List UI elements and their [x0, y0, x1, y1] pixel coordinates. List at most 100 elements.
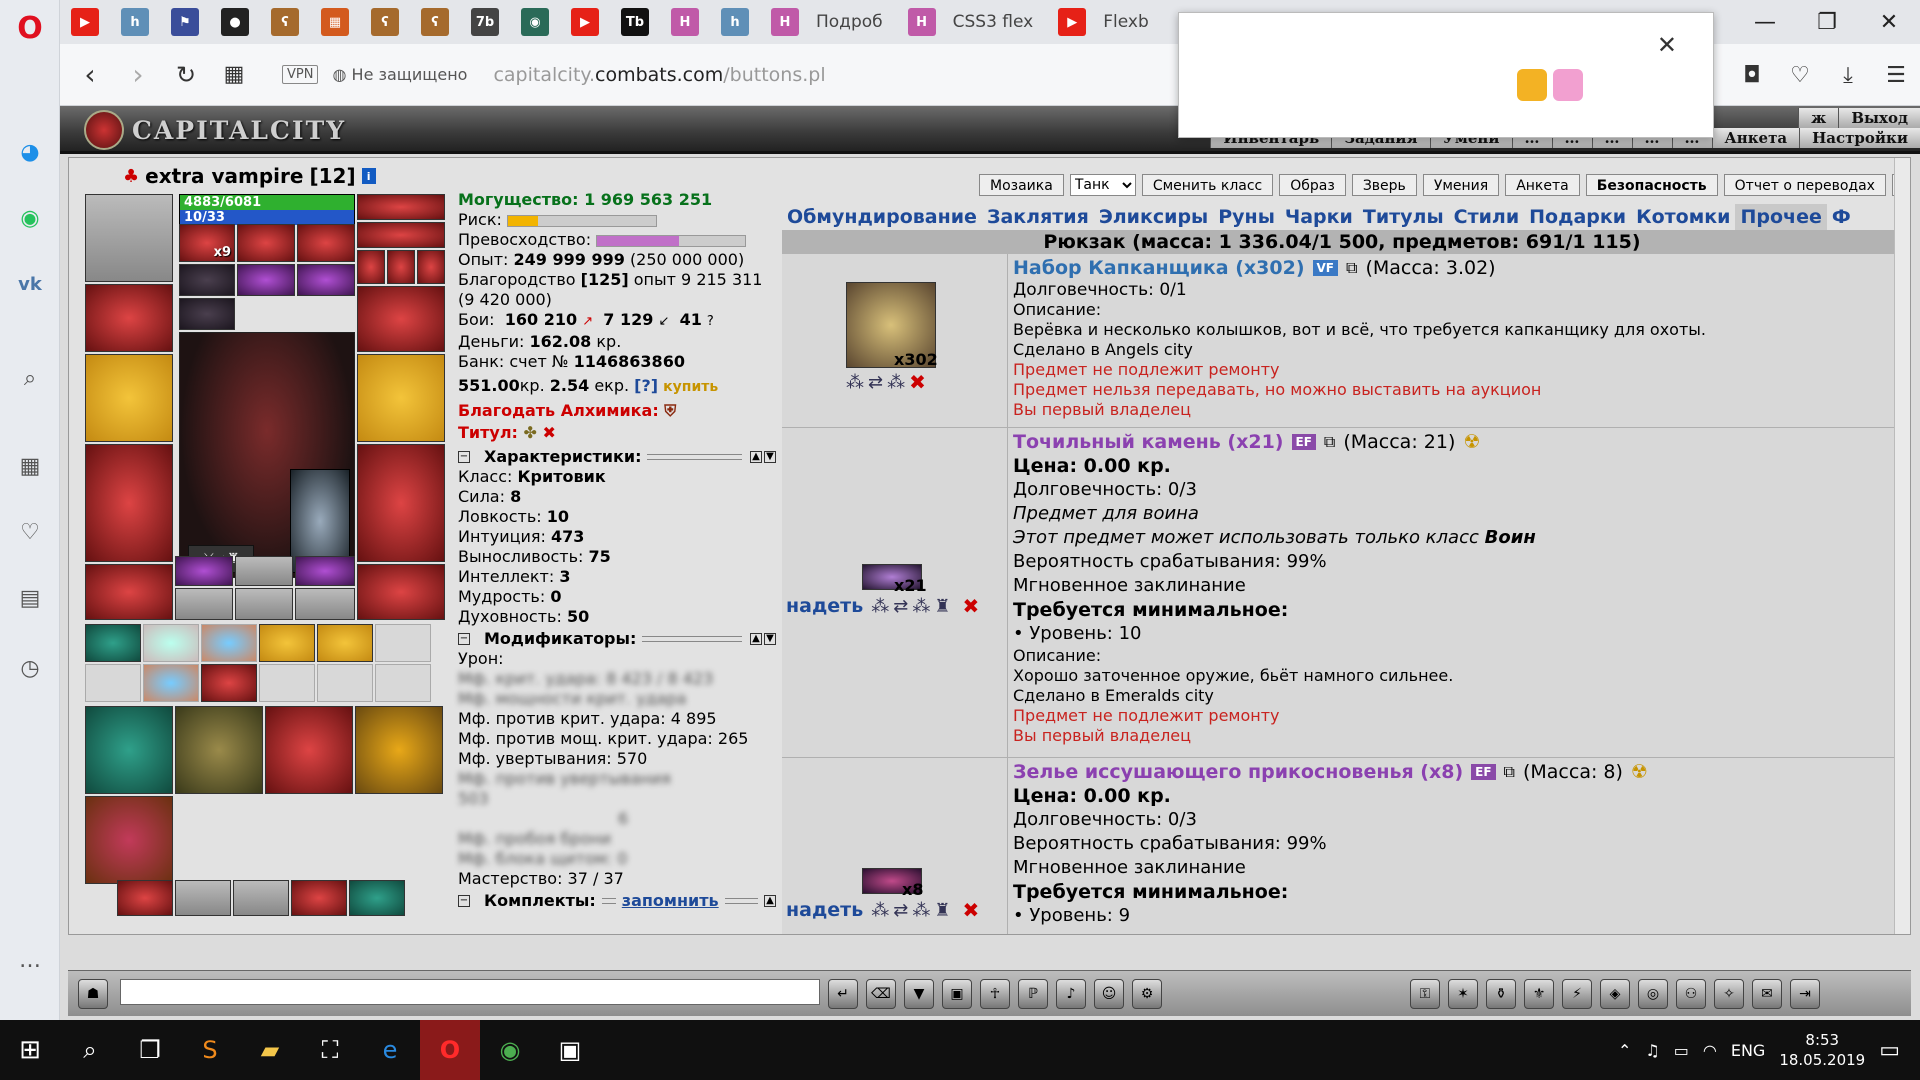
- spell-slot-12[interactable]: [375, 664, 431, 702]
- slot-boots[interactable]: [357, 564, 445, 620]
- game-menu-item[interactable]: ж: [1798, 108, 1839, 128]
- slot-rune-1[interactable]: [237, 264, 295, 296]
- use-icon[interactable]: ♜: [934, 596, 950, 617]
- github-icon[interactable]: ●: [221, 8, 249, 36]
- more-icon[interactable]: …: [12, 942, 48, 978]
- split-icon[interactable]: ⁂: [887, 372, 905, 393]
- slot-extra-2[interactable]: [235, 556, 293, 586]
- slot-belt[interactable]: [85, 564, 173, 620]
- download-icon[interactable]: ⤓: [1824, 63, 1872, 88]
- delete-icon[interactable]: ✖: [909, 370, 926, 394]
- slot-weapon-left[interactable]: [85, 354, 173, 442]
- game-menu-item[interactable]: Настройки: [1799, 128, 1920, 148]
- stack-icon[interactable]: ⁂: [846, 372, 864, 393]
- windows-start-icon[interactable]: ⊞: [0, 1020, 60, 1080]
- edge-icon[interactable]: e: [360, 1020, 420, 1080]
- scroll-icon[interactable]: ⚡: [1562, 979, 1592, 1009]
- spell-slot-3[interactable]: [201, 624, 257, 662]
- character-avatar[interactable]: ⚔→♜: [179, 332, 355, 578]
- security-indicator[interactable]: ◍ Не защищено: [332, 65, 467, 84]
- help-link[interactable]: [?]: [634, 376, 658, 395]
- eraser-icon[interactable]: ⌫: [866, 979, 896, 1009]
- delete-icon[interactable]: ✖: [962, 594, 979, 618]
- youtube-icon[interactable]: ▶: [1058, 8, 1087, 36]
- spell-slot-10[interactable]: [259, 664, 315, 702]
- file-explorer-icon[interactable]: ▰: [240, 1020, 300, 1080]
- h-icon[interactable]: h: [721, 8, 749, 36]
- class-select[interactable]: Танк: [1069, 174, 1136, 196]
- arrow-up-icon[interactable]: ▲: [750, 633, 762, 645]
- bank-value[interactable]: 1146863860: [574, 352, 685, 371]
- save-icon[interactable]: ▣: [942, 979, 972, 1009]
- copy-icon[interactable]: ⧉: [1504, 760, 1515, 784]
- wings-icon[interactable]: ✧: [1714, 979, 1744, 1009]
- h-pink-icon[interactable]: H: [771, 8, 799, 36]
- lock-icon[interactable]: ⚿: [1410, 979, 1440, 1009]
- remember-link[interactable]: запомнить: [622, 891, 719, 911]
- potion-icon[interactable]: ⚱: [1486, 979, 1516, 1009]
- slot-weapon-right[interactable]: [357, 354, 445, 442]
- whatsapp-icon[interactable]: ◉: [12, 200, 48, 236]
- bookmarks-heart-icon[interactable]: ♡: [12, 514, 48, 550]
- slot-top-right-2[interactable]: [357, 222, 445, 248]
- split-icon[interactable]: ⁂: [912, 596, 930, 617]
- smile-icon[interactable]: ☺: [1094, 979, 1124, 1009]
- inventory-tab[interactable]: Котомки: [1631, 204, 1735, 230]
- target-icon[interactable]: ◎: [1638, 979, 1668, 1009]
- spell-slot-4[interactable]: [259, 624, 315, 662]
- people-icon[interactable]: ⚇: [1676, 979, 1706, 1009]
- chrome-icon[interactable]: ◉: [480, 1020, 540, 1080]
- section-characteristics[interactable]: − Характеристики: ▲ ▼: [458, 447, 776, 467]
- collapse-icon[interactable]: −: [458, 633, 470, 645]
- quick-slot-4[interactable]: [291, 880, 347, 916]
- inventory-button[interactable]: Отчет о переводах: [1723, 174, 1886, 196]
- game-menu-item[interactable]: Анкета: [1711, 128, 1800, 148]
- circle-icon[interactable]: ◉: [521, 8, 549, 36]
- office-icon[interactable]: ▦: [321, 8, 349, 36]
- minimize-icon[interactable]: —: [1734, 0, 1796, 44]
- h-pink-icon[interactable]: H: [907, 8, 936, 36]
- sublime-icon[interactable]: S: [180, 1020, 240, 1080]
- heart-icon[interactable]: ♡: [1776, 63, 1824, 88]
- spell-slot-5[interactable]: [317, 624, 373, 662]
- quick-slot-2[interactable]: [175, 880, 231, 916]
- info-icon[interactable]: i: [361, 168, 376, 184]
- search-icon[interactable]: ⌕: [12, 360, 48, 396]
- delete-icon[interactable]: ✖: [962, 898, 979, 922]
- bag-icon[interactable]: ⚜: [1524, 979, 1554, 1009]
- buy-button[interactable]: купить: [663, 379, 718, 395]
- spell-slot-2[interactable]: [143, 624, 199, 662]
- vk-icon[interactable]: vk: [12, 266, 48, 302]
- youtube-icon[interactable]: ▶: [71, 8, 99, 36]
- slot-scroll-2[interactable]: [387, 250, 415, 284]
- inventory-tab[interactable]: Эликсиры: [1094, 204, 1213, 230]
- inventory-button[interactable]: Мозаика: [979, 174, 1064, 196]
- inventory-scrollbar[interactable]: [1894, 158, 1910, 934]
- smiley-orange-icon[interactable]: [1517, 69, 1547, 101]
- alchemist-icon[interactable]: ⛨: [664, 401, 676, 420]
- collapse-icon[interactable]: −: [458, 451, 470, 463]
- item-name[interactable]: Точильный камень (x21): [1013, 430, 1284, 454]
- inventory-tab[interactable]: Ф: [1827, 204, 1856, 230]
- bear-icon[interactable]: ʕ: [421, 8, 449, 36]
- speech-icon[interactable]: ✉: [1752, 979, 1782, 1009]
- search-icon[interactable]: ⌕: [60, 1020, 120, 1080]
- h-pink-icon[interactable]: H: [671, 8, 699, 36]
- h-icon[interactable]: h: [121, 8, 149, 36]
- slot-ring-1[interactable]: x9: [179, 224, 235, 262]
- bear-icon[interactable]: ʕ: [271, 8, 299, 36]
- wifi-icon[interactable]: ◠: [1703, 1041, 1717, 1060]
- history-clock-icon[interactable]: ◷: [12, 650, 48, 686]
- inventory-tab[interactable]: Заклятия: [982, 204, 1094, 230]
- wear-button[interactable]: надеть: [786, 595, 863, 617]
- vpn-badge[interactable]: VPN: [282, 65, 319, 84]
- news-icon[interactable]: ▤: [12, 580, 48, 616]
- spell-slot-8[interactable]: [143, 664, 199, 702]
- slot-rune-2[interactable]: [297, 264, 355, 296]
- opera-taskbar-icon[interactable]: O: [420, 1020, 480, 1080]
- volume-icon[interactable]: ♫: [1645, 1041, 1659, 1060]
- stack-icon[interactable]: ⁂: [871, 900, 889, 921]
- tabs-grid-icon[interactable]: ▦: [210, 51, 258, 99]
- pl-icon[interactable]: ℙ: [1018, 979, 1048, 1009]
- item-name[interactable]: Набор Капканщика (x302): [1013, 256, 1305, 280]
